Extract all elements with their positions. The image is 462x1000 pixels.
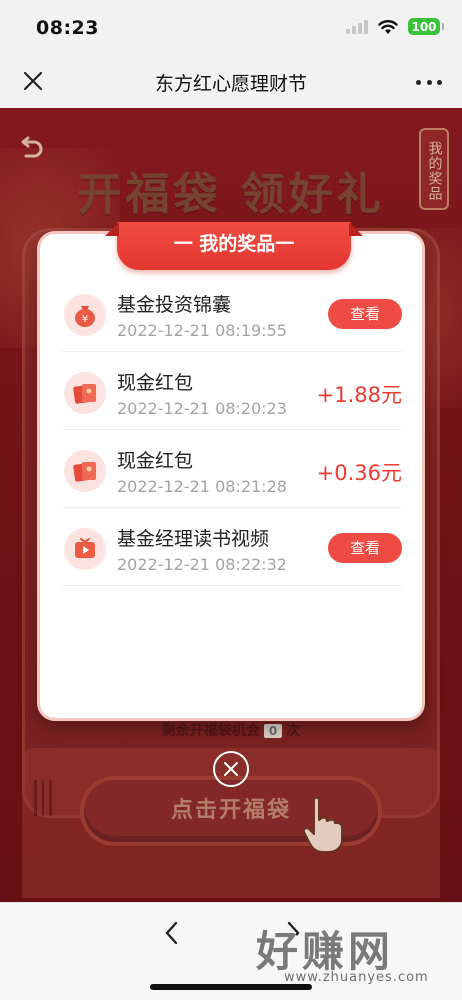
video-icon [64, 528, 106, 570]
view-button[interactable]: 查看 [328, 533, 402, 563]
prizes-modal: 一 我的奖品一 ¥ 基金投资锦囊 2022-12-21 08:19:55 查看 [37, 222, 425, 721]
status-time: 08:23 [36, 17, 99, 39]
modal-title: 一 我的奖品一 [117, 222, 351, 270]
svg-text:¥: ¥ [82, 314, 88, 325]
prize-time: 2022-12-21 08:20:23 [117, 399, 287, 418]
money-bag-icon: ¥ [64, 294, 106, 336]
prize-list: ¥ 基金投资锦囊 2022-12-21 08:19:55 查看 现金红包 202… [62, 274, 402, 586]
close-icon [224, 762, 238, 776]
wifi-icon [378, 19, 398, 34]
prize-item: 现金红包 2022-12-21 08:21:28 +0.36元 [62, 430, 402, 508]
page-title: 东方红心愿理财节 [154, 73, 307, 95]
prize-item: 现金红包 2022-12-21 08:20:23 +1.88元 [62, 352, 402, 430]
watermark: 好赚网 www.zhuanyes.com [256, 918, 456, 988]
watermark-url: www.zhuanyes.com [284, 970, 429, 985]
prize-name: 现金红包 [117, 450, 194, 472]
prize-time: 2022-12-21 08:22:32 [117, 555, 287, 574]
prize-amount: +0.36元 [316, 461, 402, 485]
prize-name: 基金投资锦囊 [117, 294, 232, 316]
prize-amount: +1.88元 [316, 383, 402, 407]
view-button[interactable]: 查看 [328, 299, 402, 329]
signal-icon [346, 19, 368, 34]
prize-time: 2022-12-21 08:19:55 [117, 321, 287, 340]
prize-item: 基金经理读书视频 2022-12-21 08:22:32 查看 [62, 508, 402, 586]
prize-name: 基金经理读书视频 [117, 528, 270, 550]
status-bar: 08:23 100 [0, 0, 462, 56]
back-icon[interactable] [160, 919, 184, 947]
more-options-icon[interactable] [416, 69, 442, 95]
battery-indicator: 100 [408, 18, 444, 35]
modal-close-button[interactable] [213, 751, 249, 787]
prize-time: 2022-12-21 08:21:28 [117, 477, 287, 496]
prize-item: ¥ 基金投资锦囊 2022-12-21 08:19:55 查看 [62, 274, 402, 352]
home-indicator [150, 984, 312, 990]
status-icons: 100 [346, 18, 444, 35]
prize-name: 现金红包 [117, 372, 194, 394]
red-envelope-icon [64, 372, 106, 414]
red-envelope-icon [64, 450, 106, 492]
nav-bar: 东方红心愿理财节 [0, 56, 462, 108]
